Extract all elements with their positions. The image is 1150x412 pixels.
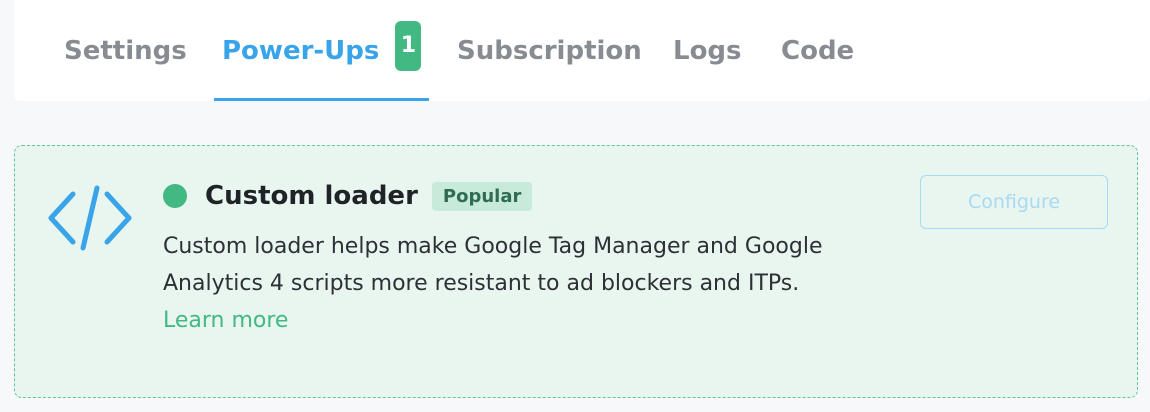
code-brackets-icon xyxy=(48,185,132,251)
configure-button[interactable]: Configure xyxy=(920,175,1108,229)
tab-label: Settings xyxy=(64,35,187,66)
tab-label: Logs xyxy=(673,35,742,66)
tab-label: Subscription xyxy=(457,35,642,66)
tab-label: Code xyxy=(781,35,855,66)
card-title-row: Custom loader Popular xyxy=(163,176,883,216)
tab-label: Power-Ups xyxy=(222,35,380,66)
learn-more-link[interactable]: Learn more xyxy=(163,308,288,333)
card-body: Custom loader Popular Custom loader help… xyxy=(163,176,883,339)
card-title: Custom loader xyxy=(205,181,418,211)
card-description: Custom loader helps make Google Tag Mana… xyxy=(163,234,823,296)
card-description-block: Custom loader helps make Google Tag Mana… xyxy=(163,228,863,339)
tab-settings[interactable]: Settings xyxy=(64,0,187,101)
popular-badge: Popular xyxy=(431,181,533,211)
tab-power-ups[interactable]: Power-Ups 1 xyxy=(214,0,430,101)
tabs-bar: Settings Power-Ups 1 Subscription Logs C… xyxy=(14,0,1150,101)
power-up-card: Custom loader Popular Custom loader help… xyxy=(14,145,1138,398)
tab-logs[interactable]: Logs xyxy=(673,0,742,101)
status-dot xyxy=(163,184,187,208)
tab-code[interactable]: Code xyxy=(781,0,854,101)
count-badge: 1 xyxy=(395,20,422,71)
tab-subscription[interactable]: Subscription xyxy=(457,0,642,101)
